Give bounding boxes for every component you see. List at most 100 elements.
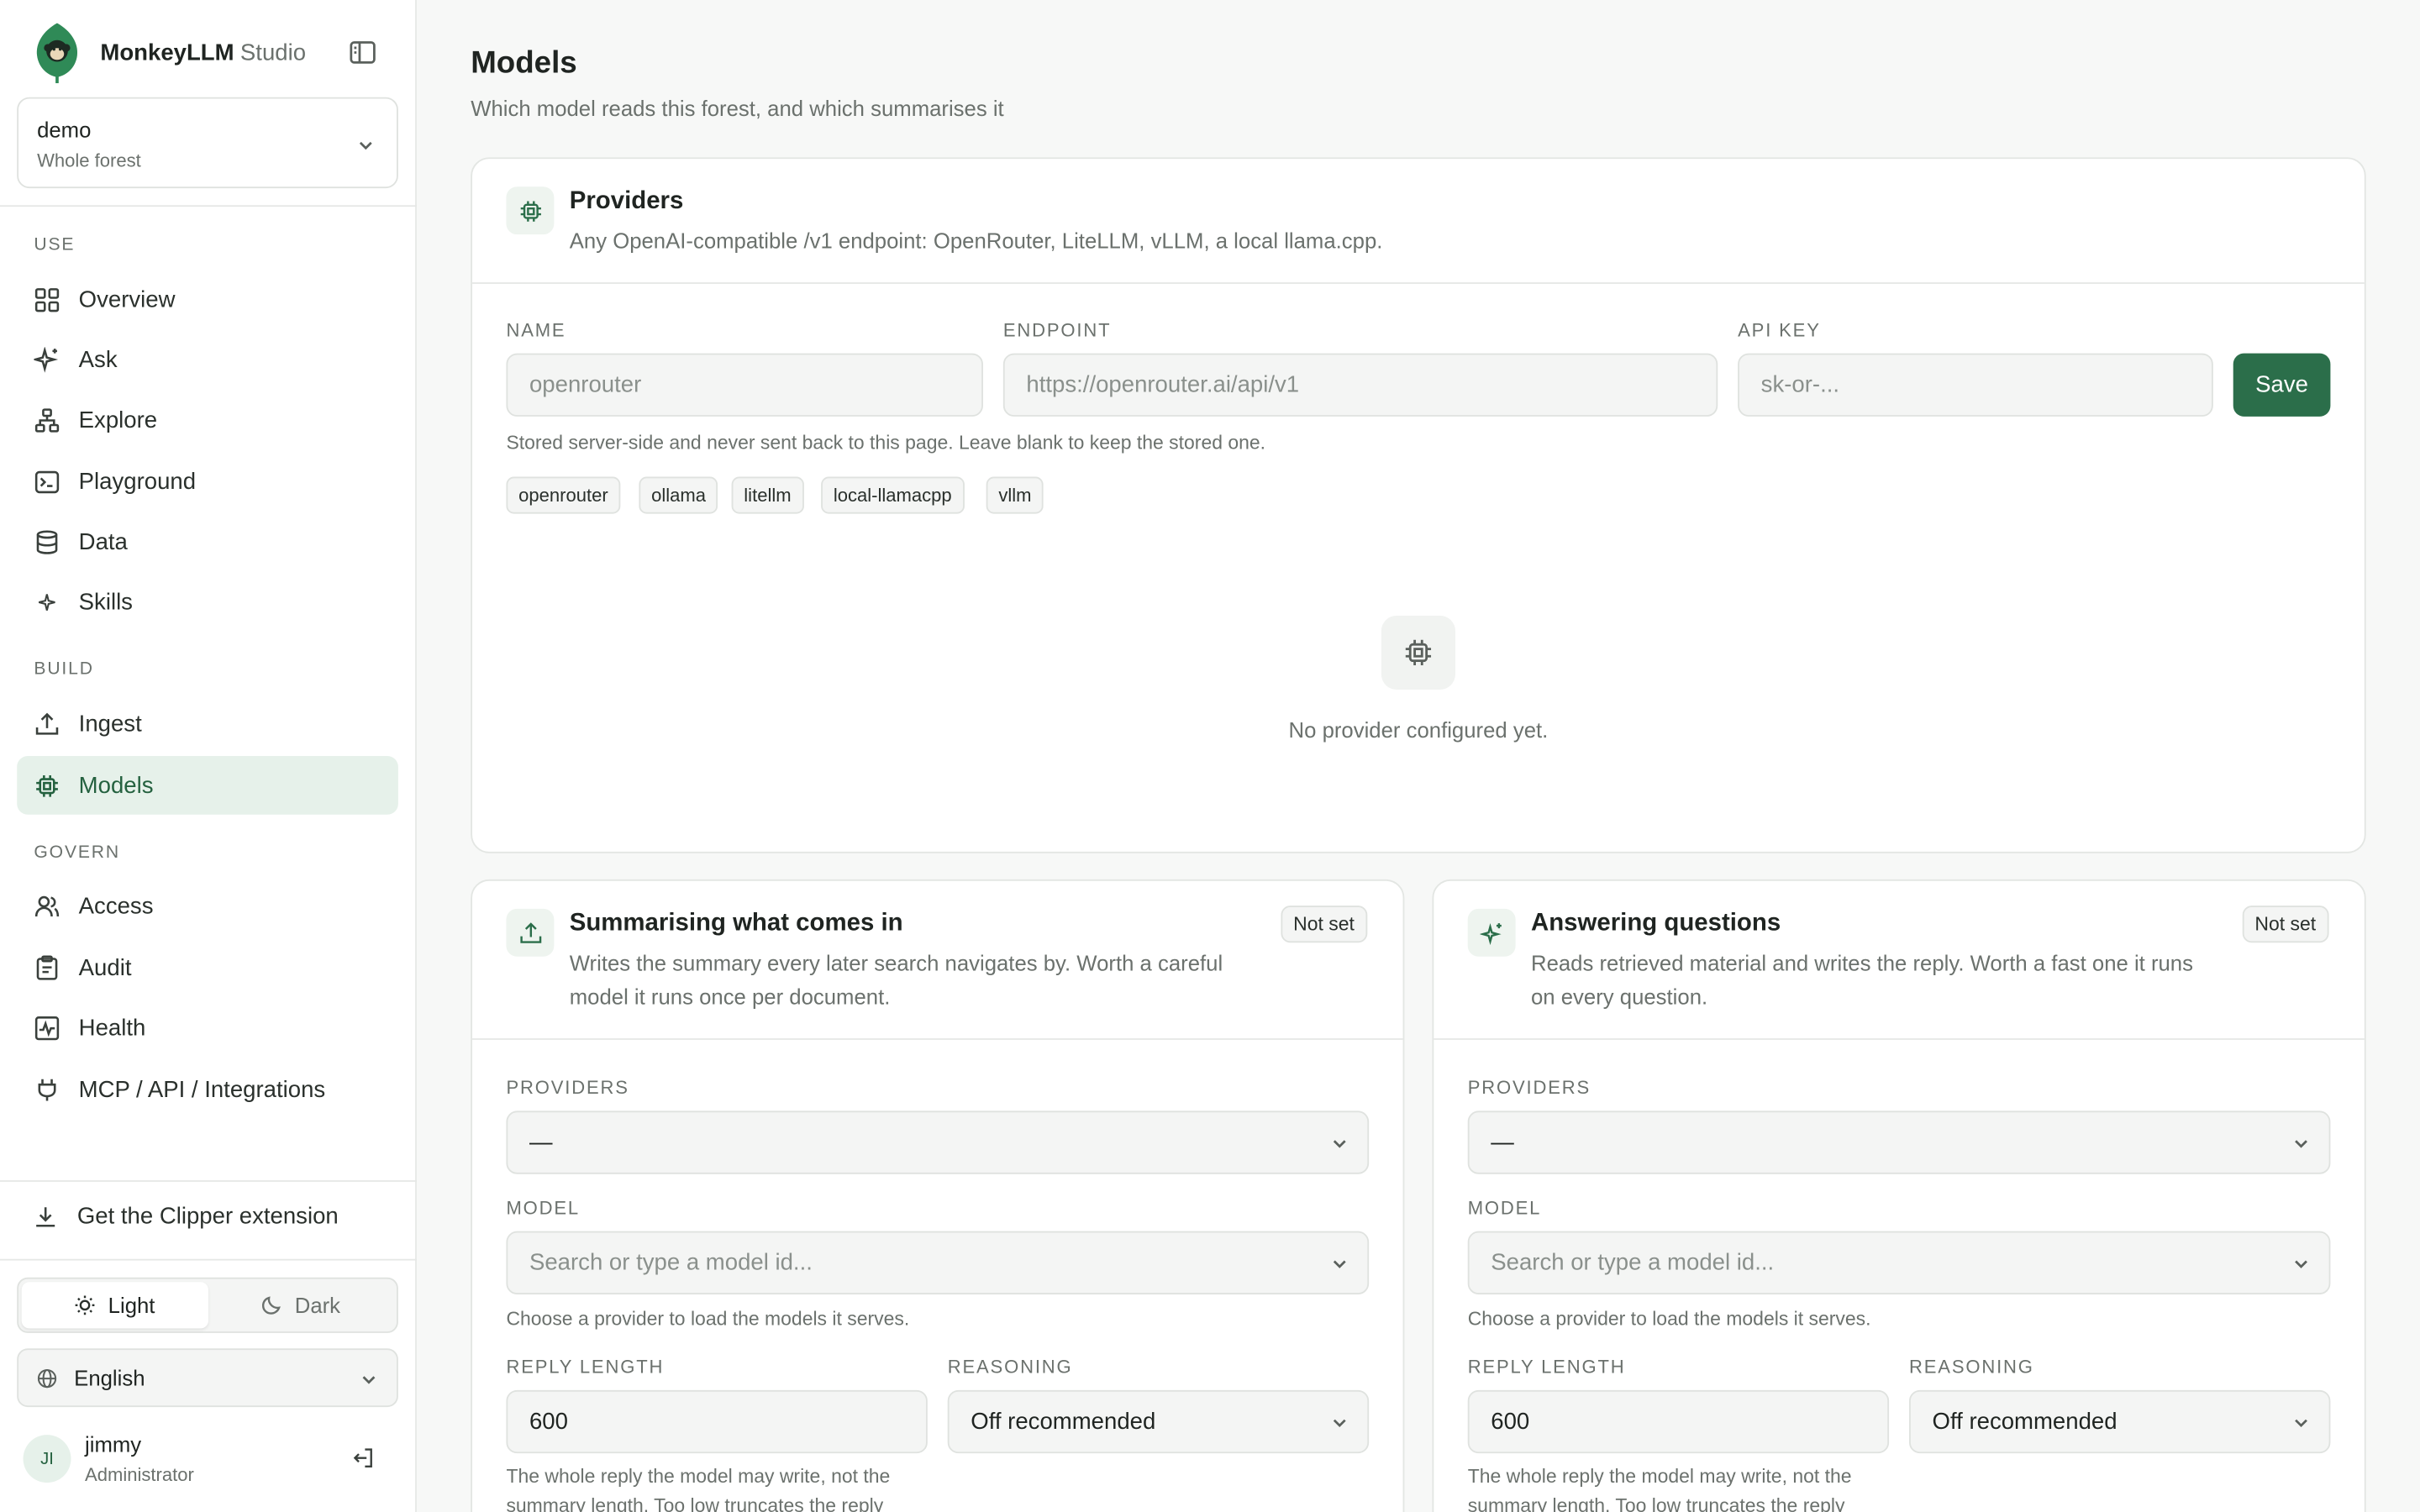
empty-state-text: No provider configured yet. — [1288, 717, 1549, 743]
preset-chip-local-llamacpp[interactable]: local-llamacpp — [821, 476, 965, 514]
grid-icon — [34, 287, 60, 312]
divider — [472, 1038, 1403, 1040]
reply-length-hint-line2: summary length. Too low truncates the re… — [506, 1494, 884, 1512]
sidebar-item-label: Ask — [78, 346, 118, 373]
chevron-down-icon — [359, 141, 372, 150]
sidebar-item-playground[interactable]: Playground — [17, 452, 398, 511]
reasoning-label: REASONING — [947, 1356, 1073, 1378]
sidebar-item-audit[interactable]: Audit — [17, 938, 398, 997]
sidebar-item-label: Ingest — [78, 710, 142, 738]
sidebar-item-models[interactable]: Models — [17, 755, 398, 815]
summarising-reply-length-input[interactable]: 600 — [506, 1389, 928, 1454]
sidebar-item-health[interactable]: Health — [17, 998, 398, 1057]
pulse-icon — [34, 1016, 60, 1040]
database-icon — [36, 529, 58, 554]
sidebar-item-label: Models — [78, 772, 154, 799]
endpoint-input[interactable]: https://openrouter.ai/api/v1 — [1002, 353, 1718, 417]
clipper-extension-label: Get the Clipper extension — [76, 1203, 339, 1230]
divider — [0, 1180, 417, 1182]
sparkle-icon — [34, 346, 59, 372]
sidebar-item-data[interactable]: Data — [17, 512, 398, 571]
language-value: English — [74, 1365, 145, 1390]
provider-name-input[interactable]: openrouter — [506, 353, 983, 417]
chevron-down-icon — [2295, 1260, 2307, 1268]
avatar: JI — [23, 1435, 71, 1483]
preset-chip-openrouter[interactable]: openrouter — [506, 476, 621, 514]
answering-provider-select[interactable]: — — [1467, 1110, 2331, 1174]
summarising-title: Summarising what comes in — [569, 910, 903, 937]
summarising-description-line2: model it runs once per document. — [569, 984, 891, 1010]
summarising-card: Summarising what comes in Writes the sum… — [471, 879, 1405, 1512]
preset-chip-litellm[interactable]: litellm — [731, 476, 804, 514]
sidebar-item-ask[interactable]: Ask — [17, 330, 398, 389]
plug-icon — [38, 1078, 56, 1100]
chip-icon — [1405, 639, 1432, 666]
sidebar-item-ingest[interactable]: Ingest — [17, 695, 398, 753]
divider — [0, 205, 417, 207]
api-key-input[interactable]: sk-or-... — [1738, 353, 2213, 417]
clipper-extension-link[interactable]: Get the Clipper extension — [34, 1203, 339, 1230]
sidebar-item-label: Health — [78, 1014, 146, 1041]
workspace-scope: Whole forest — [37, 150, 141, 171]
sidebar-item-overview[interactable]: Overview — [17, 270, 398, 328]
sidebar-item-label: Explore — [78, 406, 158, 433]
sidebar-item-explore[interactable]: Explore — [17, 391, 398, 449]
download-icon — [36, 1207, 55, 1227]
sidebar-item-integrations[interactable]: MCP / API / Integrations — [17, 1060, 398, 1119]
select-value: Off recommended — [1932, 1408, 2118, 1436]
chevron-down-icon — [1333, 1260, 1346, 1268]
logout-icon[interactable] — [352, 1447, 374, 1469]
theme-light-option[interactable]: Light — [21, 1282, 208, 1329]
answering-reasoning-select[interactable]: Off recommended — [1908, 1389, 2331, 1454]
api-key-label: API KEY — [1738, 319, 1821, 341]
sidebar-item-label: Playground — [78, 468, 197, 495]
chevron-down-icon — [2295, 1419, 2307, 1428]
language-select[interactable]: English — [17, 1348, 398, 1408]
status-badge: Not set — [1281, 906, 1367, 943]
summarising-model-combobox[interactable]: Search or type a model id... — [506, 1231, 1370, 1294]
terminal-icon — [34, 470, 60, 493]
nav-section-build: BUILD — [34, 660, 94, 680]
summarising-reasoning-select[interactable]: Off recommended — [947, 1389, 1370, 1454]
preset-chip-vllm[interactable]: vllm — [986, 476, 1044, 514]
workspace-selector[interactable]: demo Whole forest — [17, 97, 398, 189]
answering-reply-length-input[interactable]: 600 — [1467, 1389, 1890, 1454]
model-placeholder: Search or type a model id... — [1491, 1249, 1775, 1276]
clipboard-icon — [36, 954, 58, 979]
chevron-down-icon — [2295, 1140, 2307, 1148]
sidebar-item-skills[interactable]: Skills — [17, 572, 398, 631]
chevron-down-icon — [362, 1376, 376, 1384]
reply-length-hint-line1: The whole reply the model may write, not… — [1467, 1465, 1852, 1488]
sidebar-collapse-icon[interactable] — [349, 40, 376, 65]
api-key-hint: Stored server-side and never sent back t… — [506, 432, 1266, 454]
endpoint-label: ENDPOINT — [1002, 319, 1112, 341]
model-placeholder: Search or type a model id... — [529, 1249, 813, 1276]
app-name-suffix: Studio — [239, 39, 307, 66]
providers-label: PROVIDERS — [1467, 1077, 1591, 1099]
reply-length-label: REPLY LENGTH — [1467, 1356, 1626, 1378]
preset-chip-ollama[interactable]: ollama — [639, 476, 718, 514]
brand[interactable]: MonkeyLLM Studio — [34, 22, 307, 84]
sidebar-item-access[interactable]: Access — [17, 876, 398, 935]
model-hint: Choose a provider to load the models it … — [506, 1308, 910, 1331]
sun-icon — [75, 1295, 95, 1315]
theme-toggle: Light Dark — [17, 1277, 398, 1333]
star-icon — [39, 593, 55, 610]
sidebar-item-label: Data — [78, 528, 128, 555]
nav-section-govern: GOVERN — [34, 843, 120, 863]
answering-model-combobox[interactable]: Search or type a model id... — [1467, 1231, 2331, 1294]
upload-icon — [519, 921, 541, 942]
sidebar-item-label: MCP / API / Integrations — [78, 1076, 326, 1103]
chip-icon — [519, 200, 541, 221]
hierarchy-icon — [34, 407, 60, 432]
theme-dark-option[interactable]: Dark — [208, 1282, 393, 1328]
save-button[interactable]: Save — [2233, 353, 2331, 417]
moon-icon — [261, 1296, 281, 1315]
select-value: Off recommended — [971, 1408, 1156, 1436]
user-role: Administrator — [85, 1464, 194, 1486]
summarising-provider-select[interactable]: — — [506, 1110, 1370, 1174]
chip-icon-tile — [506, 186, 555, 235]
sidebar: MonkeyLLM Studio demo Whole forest USE Ov… — [0, 0, 417, 1512]
monkey-leaf-logo-icon — [36, 23, 78, 84]
theme-dark-label: Dark — [294, 1293, 341, 1318]
